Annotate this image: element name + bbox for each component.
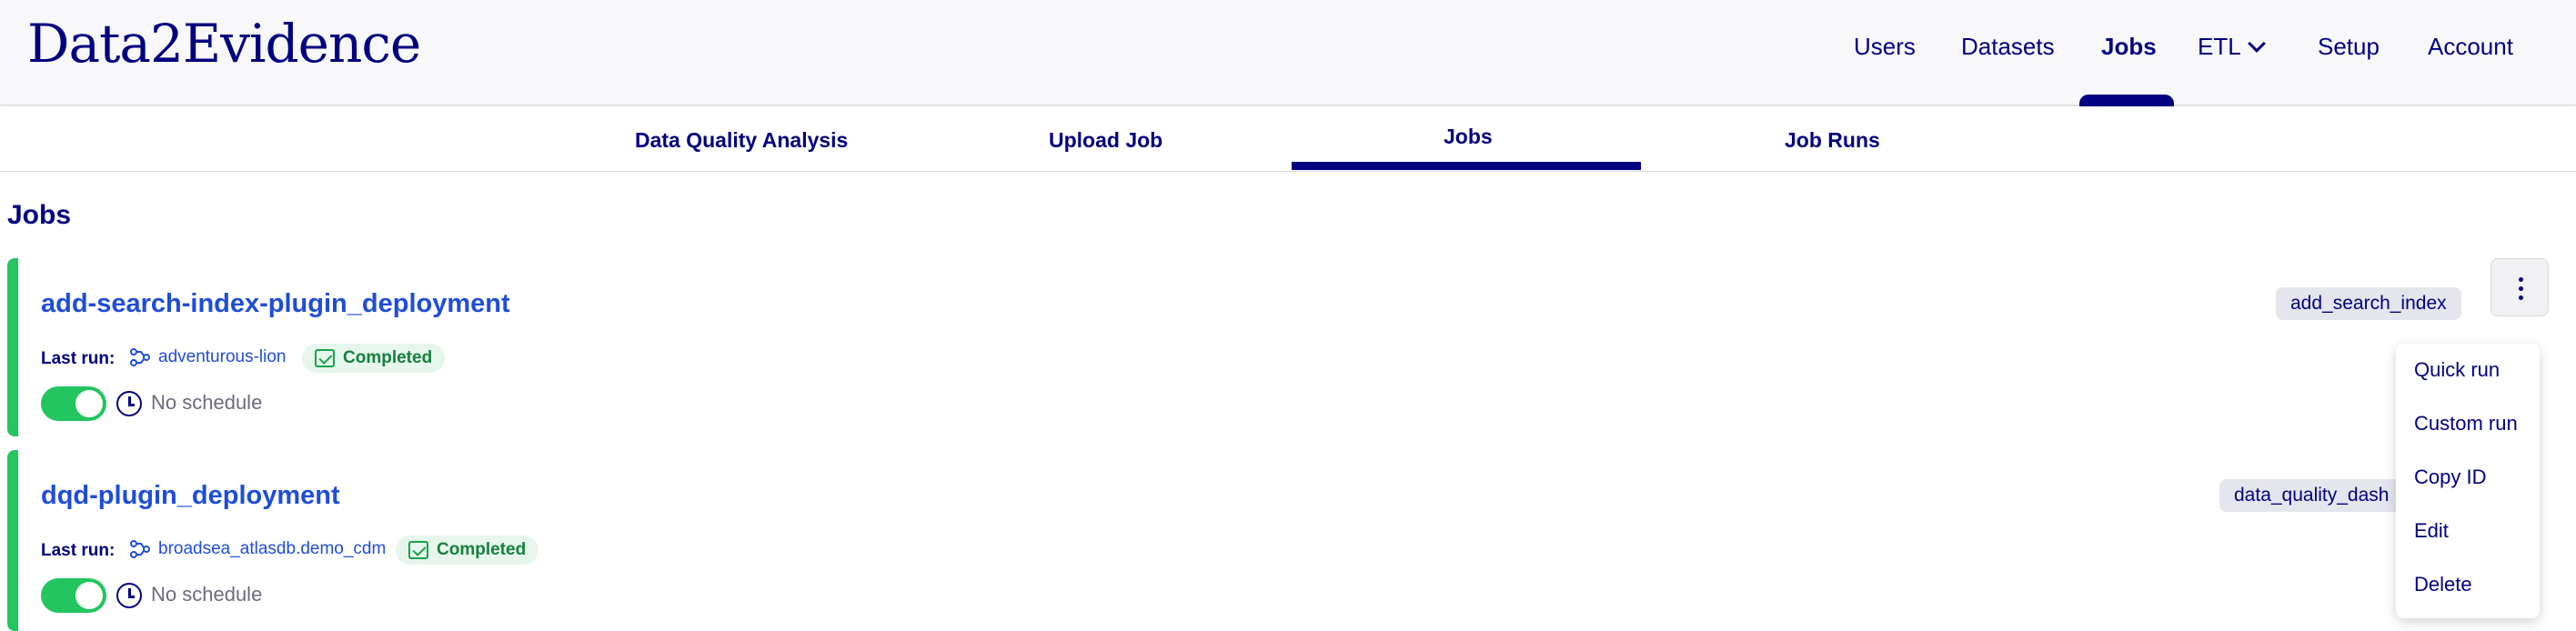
last-run-link[interactable]: adventurous-lion [129, 347, 286, 367]
clock-icon [116, 391, 142, 416]
tab-data-quality-analysis[interactable]: Data Quality Analysis [635, 128, 848, 153]
job-tag: data_quality_dash [2219, 479, 2404, 512]
job-card: add-search-index-plugin_deployment Last … [7, 258, 2554, 436]
chevron-down-icon [2247, 35, 2266, 53]
page-title: Jobs [7, 200, 72, 230]
nav-item-etl[interactable]: ETL [2198, 33, 2266, 61]
nav-item-setup[interactable]: Setup [2318, 33, 2380, 61]
flow-run-icon [130, 540, 150, 558]
last-run-label: Last run: [41, 541, 116, 560]
kebab-dot [2519, 295, 2523, 300]
job-name-link[interactable]: add-search-index-plugin_deployment [41, 289, 510, 319]
nav-item-etl-label: ETL [2198, 33, 2241, 60]
nav-item-jobs[interactable]: Jobs [2101, 33, 2157, 61]
kebab-dot [2519, 286, 2523, 291]
job-actions-menu: Quick run Custom run Copy ID Edit Delete [2396, 344, 2540, 618]
status-text: Completed [343, 348, 433, 367]
menu-item-delete[interactable]: Delete [2414, 573, 2472, 596]
nav-item-users[interactable]: Users [1854, 33, 1916, 61]
status-badge: Completed [396, 536, 539, 565]
menu-item-edit[interactable]: Edit [2414, 519, 2449, 543]
menu-item-quick-run[interactable]: Quick run [2414, 358, 2500, 382]
toggle-knob [75, 582, 103, 609]
flow-run-icon [130, 348, 150, 366]
tab-jobs[interactable]: Jobs [1444, 125, 1493, 149]
menu-item-copy-id[interactable]: Copy ID [2414, 466, 2486, 489]
schedule-toggle[interactable] [41, 578, 106, 613]
check-square-icon [408, 541, 428, 559]
active-tab-underline [1292, 162, 1641, 170]
kebab-dot [2519, 277, 2523, 282]
tab-upload-job[interactable]: Upload Job [1049, 128, 1162, 153]
toggle-knob [75, 390, 103, 417]
nav-item-account[interactable]: Account [2428, 33, 2513, 61]
schedule-text: No schedule [151, 583, 263, 606]
nav-item-datasets[interactable]: Datasets [1961, 33, 2055, 61]
clock-icon [116, 583, 142, 608]
job-card: dqd-plugin_deployment Last run: broadsea… [7, 450, 2554, 631]
menu-item-custom-run[interactable]: Custom run [2414, 412, 2518, 436]
nav-active-indicator [2079, 95, 2174, 107]
last-run-label: Last run: [41, 349, 116, 368]
subtab-bar: Data Quality Analysis Upload Job Jobs Jo… [0, 106, 2576, 172]
last-run-name: broadsea_atlasdb.demo_cdm [158, 539, 387, 558]
schedule-toggle[interactable] [41, 386, 106, 421]
tab-job-runs[interactable]: Job Runs [1785, 128, 1880, 153]
app-logo[interactable]: Data2Evidence [27, 13, 421, 75]
more-actions-button[interactable] [2490, 258, 2549, 316]
last-run-name: adventurous-lion [158, 347, 287, 366]
job-tag: add_search_index [2276, 287, 2461, 320]
check-square-icon [315, 349, 335, 367]
top-header: Data2Evidence Users Datasets Jobs ETL Se… [0, 0, 2576, 107]
schedule-text: No schedule [151, 391, 263, 414]
status-badge: Completed [302, 344, 446, 373]
job-name-link[interactable]: dqd-plugin_deployment [41, 481, 340, 511]
last-run-link[interactable]: broadsea_atlasdb.demo_cdm [129, 539, 386, 559]
status-text: Completed [437, 540, 527, 559]
